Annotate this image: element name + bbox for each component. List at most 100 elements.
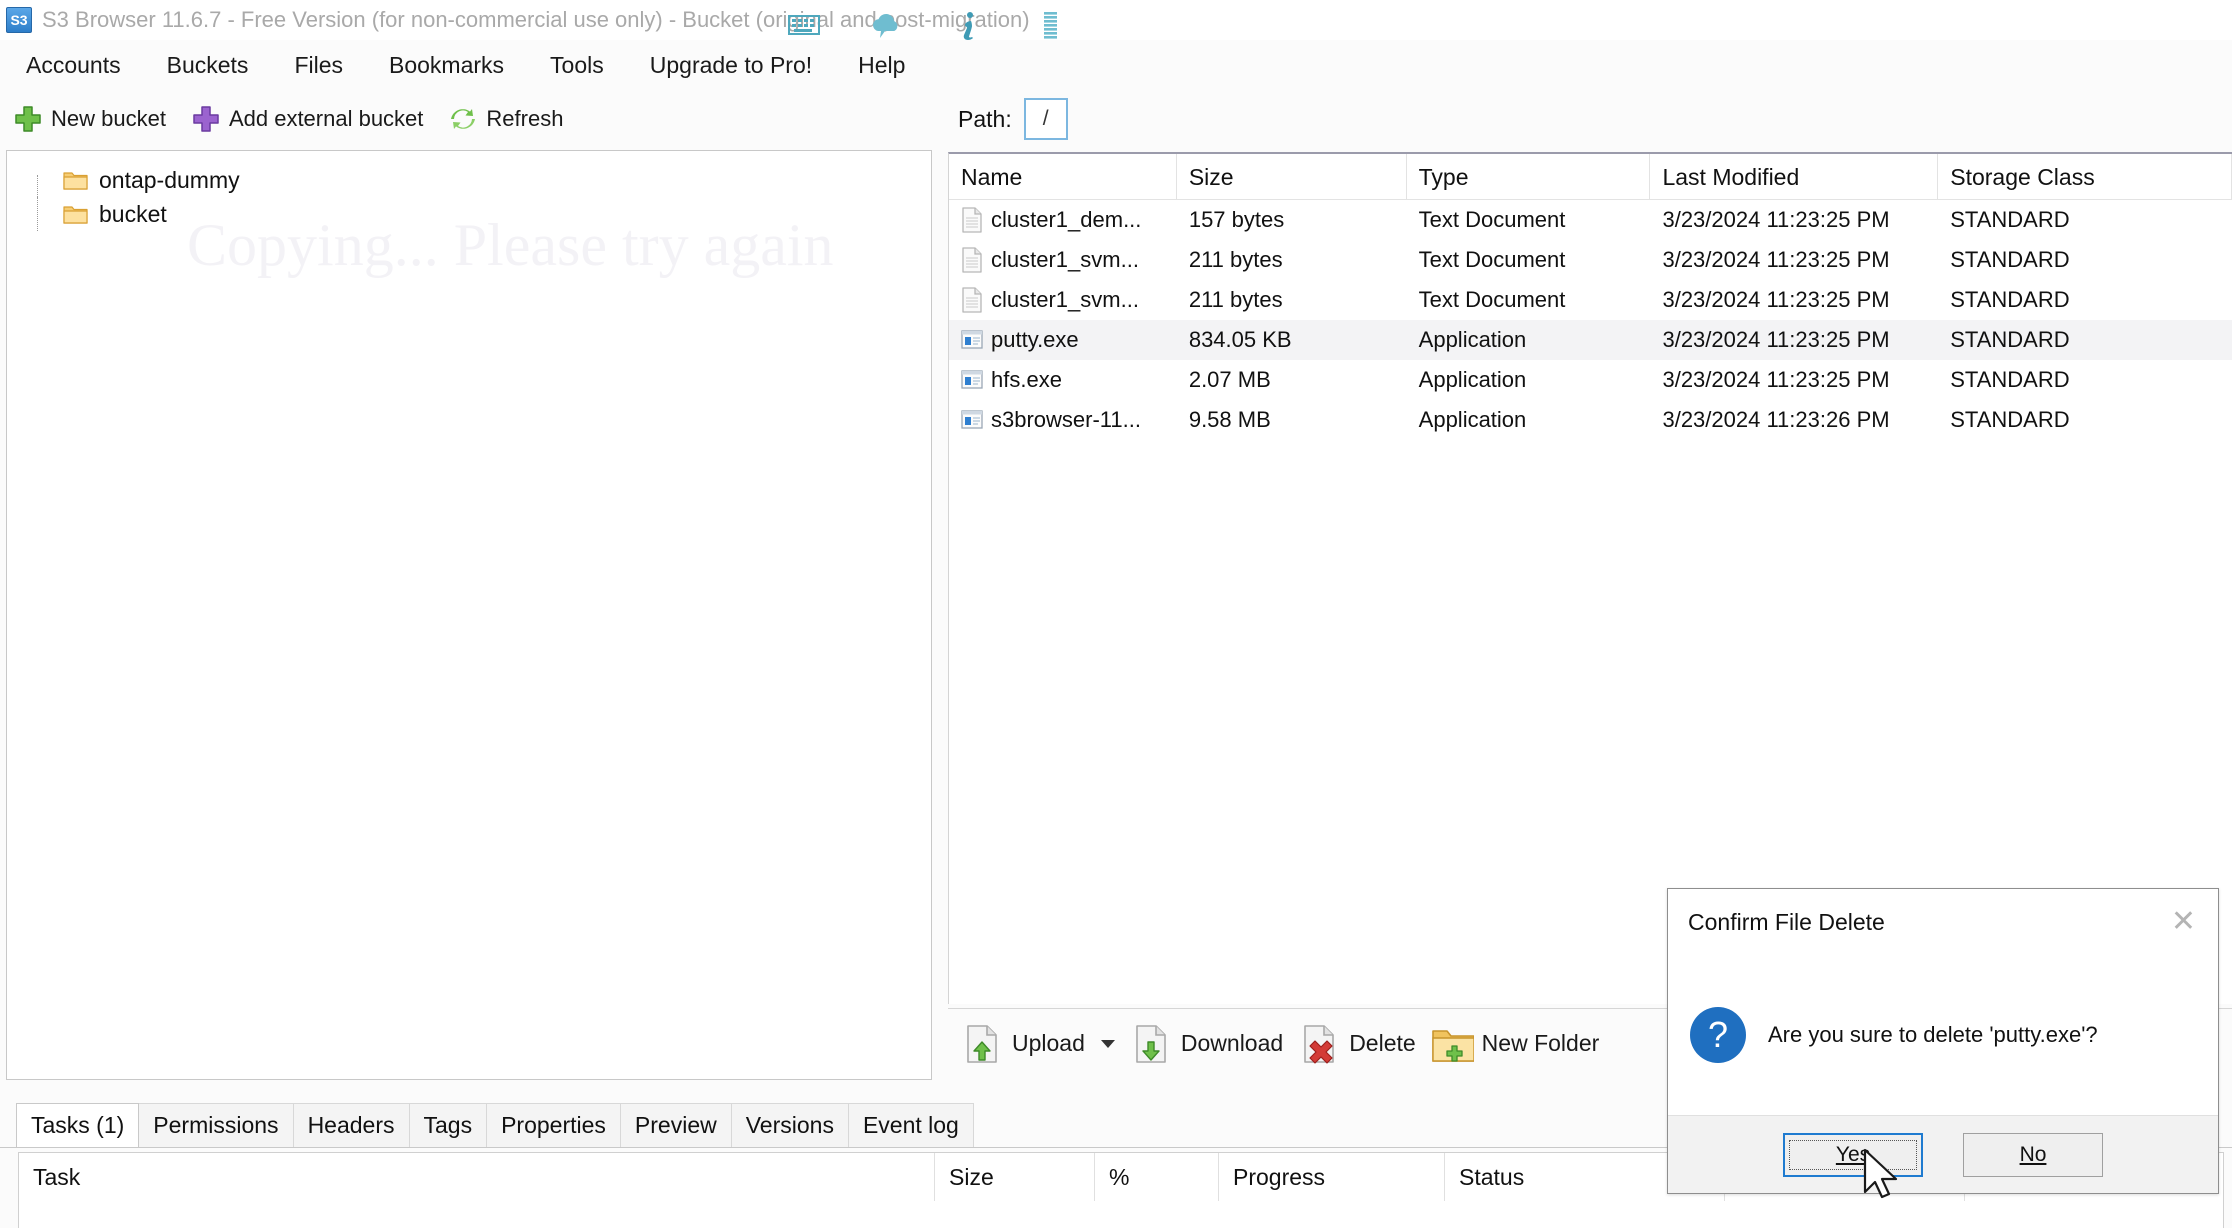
tab-tags[interactable]: Tags — [408, 1103, 488, 1147]
new-bucket-button[interactable]: New bucket — [14, 105, 166, 133]
tab-permissions[interactable]: Permissions — [138, 1103, 294, 1147]
file-cell-modified: 3/23/2024 11:23:25 PM — [1662, 367, 1890, 392]
tree-item-bucket[interactable]: bucket — [7, 197, 931, 231]
file-cell-name: s3browser-11... — [949, 400, 1177, 440]
list-icon[interactable] — [1033, 8, 1067, 42]
title-bar: S3 S3 Browser 11.6.7 - Free Version (for… — [0, 0, 2232, 40]
task-column-percent[interactable]: % — [1095, 1153, 1219, 1201]
download-button[interactable]: Download — [1129, 1022, 1283, 1066]
file-cell-size: 211 bytes — [1188, 247, 1283, 272]
file-row[interactable]: s3browser-11... 9.58 MB Application 3/23/20… — [949, 400, 2232, 440]
tab-tasks[interactable]: Tasks (1) — [16, 1103, 140, 1147]
bucket-tree-panel[interactable]: Copying... Please try again ontap-dummy … — [6, 150, 932, 1080]
column-header-size[interactable]: Size — [1177, 154, 1407, 200]
file-cell-type: Application — [1418, 367, 1527, 392]
file-list-body: cluster1_dem... 157 bytes Text Document 3/2… — [949, 200, 2232, 440]
add-external-bucket-button[interactable]: Add external bucket — [192, 105, 423, 133]
tab-event-log[interactable]: Event log — [847, 1103, 974, 1147]
delete-icon — [1304, 1024, 1334, 1064]
purple-plus-icon — [193, 106, 219, 132]
delete-label: Delete — [1349, 1030, 1416, 1056]
file-cell-size: 157 bytes — [1188, 207, 1285, 232]
upload-button[interactable]: Upload — [960, 1022, 1115, 1066]
refresh-icon — [451, 109, 476, 129]
file-cell-size: 2.07 MB — [1188, 367, 1271, 392]
menu-item-files[interactable]: Files — [290, 50, 347, 81]
path-label: Path: — [958, 105, 1012, 132]
menu-item-buckets[interactable]: Buckets — [163, 50, 253, 81]
path-input[interactable] — [1023, 98, 1068, 140]
tab-headers[interactable]: Headers — [292, 1103, 410, 1147]
file-cell-type: Application — [1418, 327, 1527, 352]
cloud-icon[interactable] — [869, 8, 903, 42]
keyboard-icon[interactable] — [787, 8, 821, 42]
file-cell-type: Text Document — [1418, 207, 1566, 232]
menu-item-upgrade[interactable]: Upgrade to Pro! — [646, 50, 816, 81]
folder-icon — [63, 206, 88, 224]
close-icon[interactable]: ✕ — [2165, 907, 2202, 937]
download-icon — [1136, 1024, 1166, 1063]
file-cell-storage: STANDARD — [1950, 287, 2070, 312]
folder-icon — [63, 172, 88, 190]
file-row[interactable]: cluster1_svm... 211 bytes Text Document 3/2… — [949, 280, 2232, 320]
text-document-icon — [962, 207, 982, 233]
file-name-label: cluster1_svm... — [991, 247, 1139, 272]
dialog-title-bar: Confirm File Delete ✕ — [1668, 889, 2218, 955]
column-header-type[interactable]: Type — [1407, 154, 1651, 200]
menu-item-tools[interactable]: Tools — [546, 50, 608, 81]
application-icon — [961, 410, 983, 429]
s3-browser-window: S3 S3 Browser 11.6.7 - Free Version (for… — [0, 0, 2232, 1228]
info-icon[interactable] — [951, 8, 985, 42]
tab-versions[interactable]: Versions — [730, 1103, 849, 1147]
task-column-task[interactable]: Task — [19, 1153, 935, 1201]
file-cell-storage: STANDARD — [1950, 247, 2070, 272]
tab-properties[interactable]: Properties — [486, 1103, 621, 1147]
new-bucket-label: New bucket — [51, 106, 166, 131]
menu-item-accounts[interactable]: Accounts — [22, 50, 125, 81]
new-folder-label: New Folder — [1481, 1030, 1600, 1056]
tree-connector — [37, 197, 63, 231]
text-document-icon — [962, 287, 982, 313]
menu-item-help[interactable]: Help — [854, 50, 909, 81]
new-folder-icon — [1431, 1029, 1474, 1062]
upload-icon — [967, 1024, 997, 1063]
file-row[interactable]: cluster1_svm... 211 bytes Text Document 3/2… — [949, 240, 2232, 280]
file-cell-name: cluster1_svm... — [949, 240, 1177, 280]
file-name-label: cluster1_dem... — [991, 207, 1142, 232]
bucket-toolbar: New bucket Add external bucket Refresh — [0, 90, 940, 148]
refresh-label: Refresh — [486, 106, 564, 131]
file-list[interactable]: Name Size Type Last Modified Storage Cla… — [948, 152, 2232, 1004]
download-label: Download — [1180, 1030, 1284, 1056]
file-cell-storage: STANDARD — [1950, 407, 2070, 432]
tree-item-ontap-dummy[interactable]: ontap-dummy — [7, 163, 931, 197]
delete-button[interactable]: Delete — [1297, 1022, 1416, 1066]
file-cell-modified: 3/23/2024 11:23:26 PM — [1662, 407, 1890, 432]
file-cell-size: 834.05 KB — [1188, 327, 1292, 352]
file-cell-modified: 3/23/2024 11:23:25 PM — [1662, 247, 1890, 272]
no-button[interactable]: No — [1963, 1132, 2103, 1177]
file-cell-type: Text Document — [1418, 287, 1566, 312]
file-cell-name: putty.exe — [949, 320, 1177, 360]
file-name-label: s3browser-11... — [991, 407, 1141, 432]
chevron-down-icon[interactable] — [1100, 1039, 1115, 1048]
no-button-label: No — [2019, 1142, 2047, 1166]
add-external-bucket-label: Add external bucket — [228, 106, 424, 131]
file-row[interactable]: cluster1_dem... 157 bytes Text Document 3/2… — [949, 200, 2232, 240]
tree-item-label: bucket — [99, 200, 167, 227]
file-row[interactable]: putty.exe 834.05 KB Application 3/23/2024 1… — [949, 320, 2232, 360]
task-column-progress[interactable]: Progress — [1219, 1153, 1445, 1201]
column-header-storage[interactable]: Storage Class — [1938, 154, 2232, 200]
file-row[interactable]: hfs.exe 2.07 MB Application 3/23/2024 11:23… — [949, 360, 2232, 400]
application-icon — [961, 370, 983, 389]
tree-connector — [37, 175, 63, 197]
column-header-name[interactable]: Name — [949, 154, 1177, 200]
task-column-size[interactable]: Size — [935, 1153, 1095, 1201]
tab-preview[interactable]: Preview — [619, 1103, 732, 1147]
dialog-footer: Yes No — [1668, 1115, 2218, 1193]
tree-item-label: ontap-dummy — [99, 166, 240, 193]
menu-item-bookmarks[interactable]: Bookmarks — [385, 50, 508, 81]
file-name-label: cluster1_svm... — [991, 287, 1139, 312]
refresh-button[interactable]: Refresh — [449, 105, 563, 133]
new-folder-button[interactable]: New Folder — [1430, 1022, 1600, 1066]
column-header-modified[interactable]: Last Modified — [1650, 154, 1939, 200]
